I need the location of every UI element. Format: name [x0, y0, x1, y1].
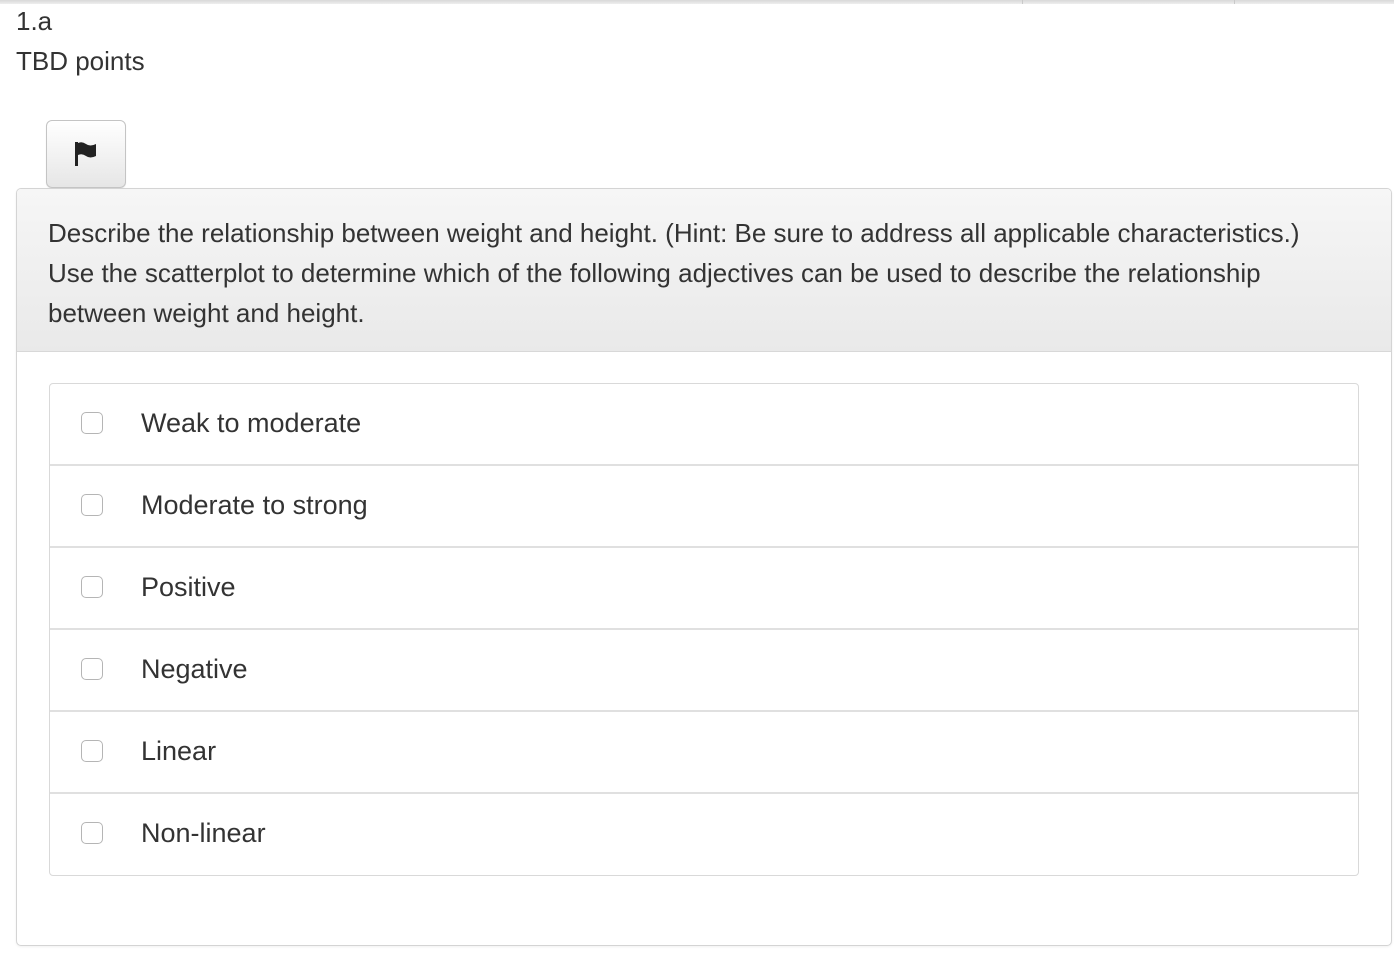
toolbar-divider: [1022, 0, 1023, 4]
option-label: Non-linear: [141, 818, 266, 848]
checkbox[interactable]: [81, 576, 103, 598]
flag-question-button[interactable]: [46, 120, 126, 188]
checkbox[interactable]: [81, 494, 103, 516]
option-negative[interactable]: Negative: [50, 630, 1358, 712]
option-weak-to-moderate[interactable]: Weak to moderate: [50, 384, 1358, 466]
checkbox[interactable]: [81, 412, 103, 434]
checkbox[interactable]: [81, 658, 103, 680]
answer-options-list: Weak to moderate Moderate to strong Posi…: [49, 383, 1359, 876]
option-non-linear[interactable]: Non-linear: [50, 794, 1358, 875]
toolbar-divider: [1234, 0, 1235, 4]
flag-icon: [75, 142, 96, 166]
option-moderate-to-strong[interactable]: Moderate to strong: [50, 466, 1358, 548]
question-number: 1.a: [16, 6, 53, 36]
top-toolbar-edge: [0, 0, 1394, 4]
question-prompt: Describe the relationship between weight…: [17, 189, 1391, 352]
option-label: Moderate to strong: [141, 490, 368, 520]
option-label: Negative: [141, 654, 248, 684]
option-positive[interactable]: Positive: [50, 548, 1358, 630]
option-label: Positive: [141, 572, 236, 602]
question-panel: Describe the relationship between weight…: [16, 188, 1392, 946]
checkbox[interactable]: [81, 822, 103, 844]
option-linear[interactable]: Linear: [50, 712, 1358, 794]
option-label: Linear: [141, 736, 217, 766]
option-label: Weak to moderate: [141, 408, 362, 438]
question-points: TBD points: [16, 46, 145, 76]
checkbox[interactable]: [81, 740, 103, 762]
